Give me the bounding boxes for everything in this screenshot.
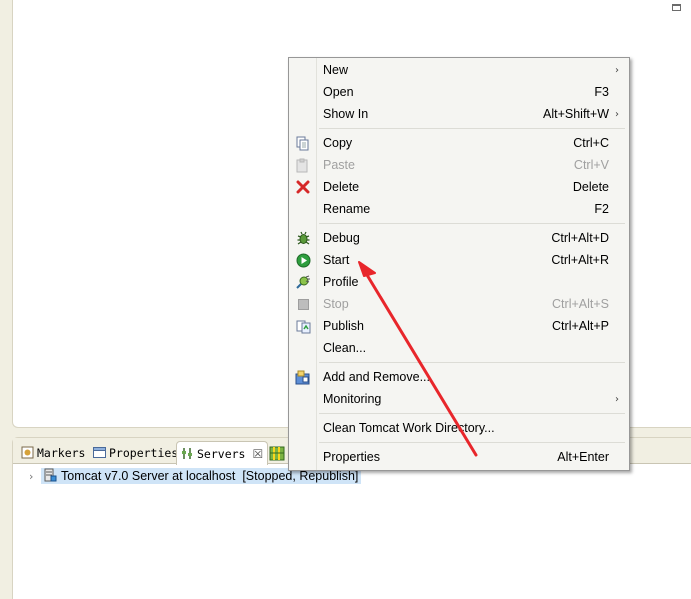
delete-icon bbox=[295, 179, 311, 195]
tab-label: Properties bbox=[109, 445, 179, 460]
menu-label: Properties bbox=[323, 450, 380, 464]
menu-separator bbox=[319, 223, 625, 224]
paste-icon bbox=[295, 157, 311, 173]
submenu-arrow-icon: › bbox=[615, 393, 619, 405]
menu-item-publish[interactable]: Publish Ctrl+Alt+P bbox=[289, 315, 629, 337]
menu-label: New bbox=[323, 63, 349, 77]
menu-item-add-remove[interactable]: Add and Remove... bbox=[289, 366, 629, 388]
map-icon bbox=[269, 446, 285, 461]
stop-icon bbox=[295, 296, 311, 312]
menu-label: Open bbox=[323, 85, 354, 99]
debug-icon bbox=[295, 230, 311, 246]
servers-icon bbox=[181, 447, 194, 460]
tab-properties[interactable]: Properties bbox=[89, 441, 182, 464]
copy-icon bbox=[295, 135, 311, 151]
menu-item-rename[interactable]: Rename F2 bbox=[289, 198, 629, 220]
menu-item-delete[interactable]: Delete Delete bbox=[289, 176, 629, 198]
tab-label: Servers bbox=[197, 446, 246, 461]
menu-item-clean-work-dir[interactable]: Clean Tomcat Work Directory... bbox=[289, 417, 629, 439]
menu-item-profile[interactable]: Profile bbox=[289, 271, 629, 293]
menu-item-show-in[interactable]: Show In Alt+Shift+W › bbox=[289, 103, 629, 125]
submenu-arrow-icon: › bbox=[615, 108, 619, 120]
tab-overflow[interactable] bbox=[265, 441, 286, 464]
menu-item-paste[interactable]: Paste Ctrl+V bbox=[289, 154, 629, 176]
menu-separator bbox=[319, 442, 625, 443]
server-label: Tomcat v7.0 Server at localhost [Stopped… bbox=[61, 469, 359, 483]
menu-label: Monitoring bbox=[323, 392, 382, 406]
context-menu: New › Open F3 Show In Alt+Shift+W › Copy… bbox=[288, 57, 630, 471]
menu-shortcut: Ctrl+Alt+R bbox=[551, 253, 609, 267]
menu-shortcut: Ctrl+V bbox=[573, 158, 609, 172]
server-icon bbox=[43, 468, 57, 485]
menu-item-new[interactable]: New › bbox=[289, 59, 629, 81]
menu-label: Show In bbox=[323, 107, 369, 121]
menu-item-stop[interactable]: Stop Ctrl+Alt+S bbox=[289, 293, 629, 315]
menu-item-start[interactable]: Start Ctrl+Alt+R bbox=[289, 249, 629, 271]
start-icon bbox=[295, 252, 311, 268]
menu-shortcut: F3 bbox=[594, 85, 609, 99]
properties-icon bbox=[93, 446, 106, 459]
expand-chevron-icon[interactable]: › bbox=[29, 470, 39, 483]
menu-shortcut: Alt+Enter bbox=[557, 450, 609, 464]
tab-label: Markers bbox=[37, 445, 86, 460]
menu-shortcut: Alt+Shift+W bbox=[543, 107, 609, 121]
submenu-arrow-icon: › bbox=[615, 64, 619, 76]
publish-icon bbox=[295, 318, 311, 334]
menu-label: Debug bbox=[323, 231, 360, 245]
menu-label: Rename bbox=[323, 202, 371, 216]
menu-item-copy[interactable]: Copy Ctrl+C bbox=[289, 132, 629, 154]
menu-separator bbox=[319, 362, 625, 363]
tab-servers[interactable]: Servers ☒ bbox=[176, 441, 269, 465]
profile-icon bbox=[295, 274, 311, 290]
minimize-icon[interactable] bbox=[672, 4, 681, 11]
menu-item-monitoring[interactable]: Monitoring › bbox=[289, 388, 629, 410]
menu-separator bbox=[319, 413, 625, 414]
close-icon[interactable]: ☒ bbox=[252, 447, 263, 461]
menu-item-open[interactable]: Open F3 bbox=[289, 81, 629, 103]
menu-label: Clean... bbox=[323, 341, 367, 355]
menu-separator bbox=[319, 128, 625, 129]
tab-markers[interactable]: Markers bbox=[17, 441, 89, 464]
menu-shortcut: Ctrl+Alt+S bbox=[552, 297, 609, 311]
menu-label: Profile bbox=[323, 275, 359, 289]
menu-shortcut: Ctrl+Alt+P bbox=[552, 319, 609, 333]
markers-icon bbox=[21, 446, 34, 459]
menu-label: Publish bbox=[323, 319, 364, 333]
menu-label: Copy bbox=[323, 136, 353, 150]
menu-shortcut: Ctrl+Alt+D bbox=[551, 231, 609, 245]
menu-label: Paste bbox=[323, 158, 355, 172]
menu-label: Delete bbox=[323, 180, 360, 194]
add-remove-icon bbox=[295, 369, 311, 385]
menu-item-debug[interactable]: Debug Ctrl+Alt+D bbox=[289, 227, 629, 249]
menu-label: Clean Tomcat Work Directory... bbox=[323, 421, 495, 435]
menu-shortcut: Ctrl+C bbox=[573, 136, 609, 150]
menu-shortcut: Delete bbox=[572, 180, 609, 194]
menu-label: Stop bbox=[323, 297, 349, 311]
menu-item-properties[interactable]: Properties Alt+Enter bbox=[289, 446, 629, 468]
menu-item-clean[interactable]: Clean... bbox=[289, 337, 629, 359]
menu-label: Add and Remove... bbox=[323, 370, 431, 384]
menu-label: Start bbox=[323, 253, 350, 267]
menu-shortcut: F2 bbox=[594, 202, 609, 216]
